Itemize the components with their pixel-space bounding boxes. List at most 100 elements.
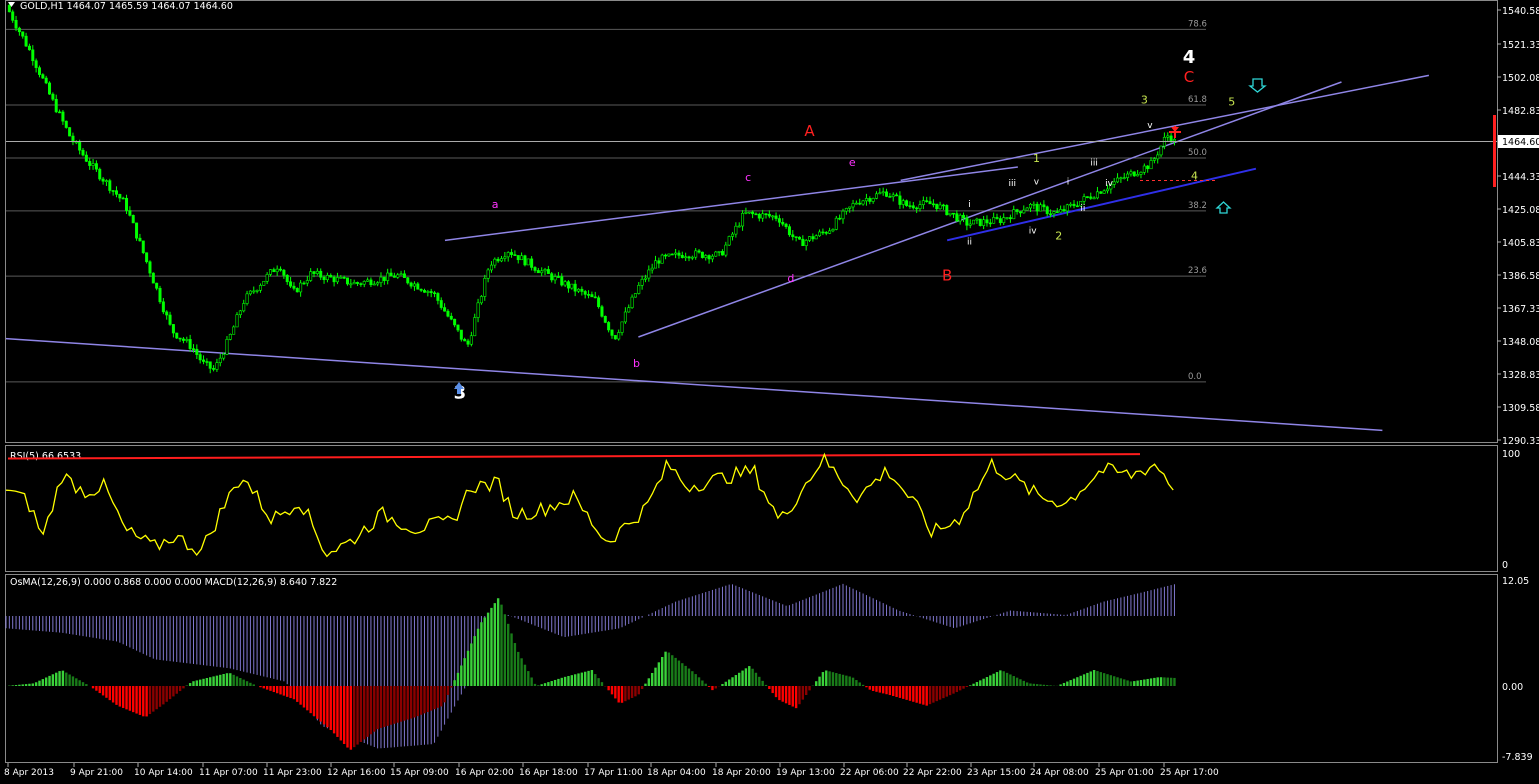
candle-body [489,264,493,271]
candle-body [409,282,413,287]
candle-body [824,232,828,234]
candle-body [540,270,544,274]
candle-body [951,212,955,215]
candle-body [181,338,185,341]
time-tick-label: 18 Apr 04:00 [647,768,706,778]
price-axis[interactable]: 1540.58 1521.33 1502.08 1482.83 1444.33 1425.… [1497,6,1539,447]
candle-body [871,198,875,202]
candle-body [68,127,72,137]
wave-label: b [633,357,640,370]
candle-body [416,283,420,290]
candle-body [516,255,520,261]
rsi-overbought-trendline[interactable] [7,453,1141,460]
osma-macd-label: OsMA(12,26,9) 0.000 0.868 0.000 0.000 MA… [10,577,337,588]
candle-body [858,202,862,205]
candle-body [891,194,895,197]
candle-body [222,353,226,359]
candle-body [392,275,396,278]
trendline[interactable] [5,337,1383,432]
candle-body [1075,205,1079,208]
wave-label: e [849,156,856,169]
candle-body [580,288,584,292]
candle-body [1126,173,1130,178]
candle-body [439,300,443,308]
candle-body [941,204,945,207]
candle-body [848,206,852,209]
candle-body [379,276,383,283]
candle-body [777,218,781,223]
candle-body [1122,177,1126,179]
candle-body [841,210,845,220]
candle-body [339,277,343,279]
candle-body [433,292,437,295]
candle-body [958,214,962,222]
trendline[interactable] [638,81,1342,338]
candle-body [670,253,674,256]
price-tick-label: 1386.58 [1502,271,1539,282]
candle-body [710,255,714,260]
wave-label: 3 [1141,94,1148,107]
candle-body [510,252,514,255]
candle-body [560,276,564,286]
candle-body [131,215,135,224]
candle-body [838,217,842,220]
candle-body [88,161,92,166]
wave-label: 4 [1183,47,1196,68]
candles [7,2,1176,374]
candle-body [998,218,1002,224]
wave-label: 2 [1055,230,1062,243]
candle-body [366,279,370,282]
trendline[interactable] [900,74,1430,182]
chart-canvas[interactable]: 78.661.850.038.223.60.0 34CABabcde12345i… [0,0,1539,780]
candle-body [650,267,654,271]
fibonacci-retracement[interactable]: 78.6 61.8 50.0 38.2 23.6 0.0 [6,19,1207,383]
candle-body [1142,165,1146,173]
candle-body [1065,204,1069,212]
candle-body [125,197,129,211]
candle-body [1042,204,1046,208]
candle-body [720,251,724,256]
candle-body [349,283,353,286]
candle-body [794,236,798,238]
candle-body [356,282,360,284]
candle-body [188,339,192,349]
candle-body [479,296,483,304]
candle-body [590,294,594,298]
time-tick-label: 9 Apr 21:00 [70,768,123,778]
candle-body [483,278,487,297]
candle-body [402,273,406,278]
candle-body [767,213,771,217]
osma-macd-panel[interactable]: OsMA(12,26,9) 0.000 0.868 0.000 0.000 MA… [5,576,1533,763]
time-tick-label: 12 Apr 16:00 [327,768,386,778]
candle-body [804,240,808,247]
candle-body [1116,177,1120,183]
candle-body [925,200,929,202]
time-tick-label: 25 Apr 17:00 [1160,768,1219,778]
rsi-panel[interactable]: RSI(5) 66.6533 100 0 [5,449,1520,571]
fib-level-label: 23.6 [1188,266,1207,276]
candle-body [570,283,574,289]
candle-body [627,307,631,313]
candle-body [1082,196,1086,202]
candle-body [811,236,815,240]
candle-body [978,218,982,226]
candle-body [332,276,336,283]
trendlines[interactable] [5,74,1430,432]
candle-body [54,98,58,113]
candle-body [161,301,165,313]
candle-body [7,5,11,13]
trendline[interactable] [946,167,1257,242]
price-tick-label: 1540.58 [1502,6,1539,17]
candle-body [98,168,102,180]
time-axis[interactable]: 8 Apr 2013 9 Apr 21:00 10 Apr 14:00 11 Apr … [4,763,1219,778]
candle-body [975,218,979,221]
candle-body [985,219,989,224]
candle-body [486,269,490,279]
candle-body [630,296,634,308]
candle-body [523,255,527,266]
candle-body [325,275,329,281]
header: GOLD,H1 1464.07 1465.59 1464.07 1464.60 [8,1,233,12]
candle-body [761,213,765,219]
gold-h1-chart-window[interactable]: 78.661.850.038.223.60.0 34CABabcde12345i… [0,0,1539,780]
candle-body [225,339,229,355]
